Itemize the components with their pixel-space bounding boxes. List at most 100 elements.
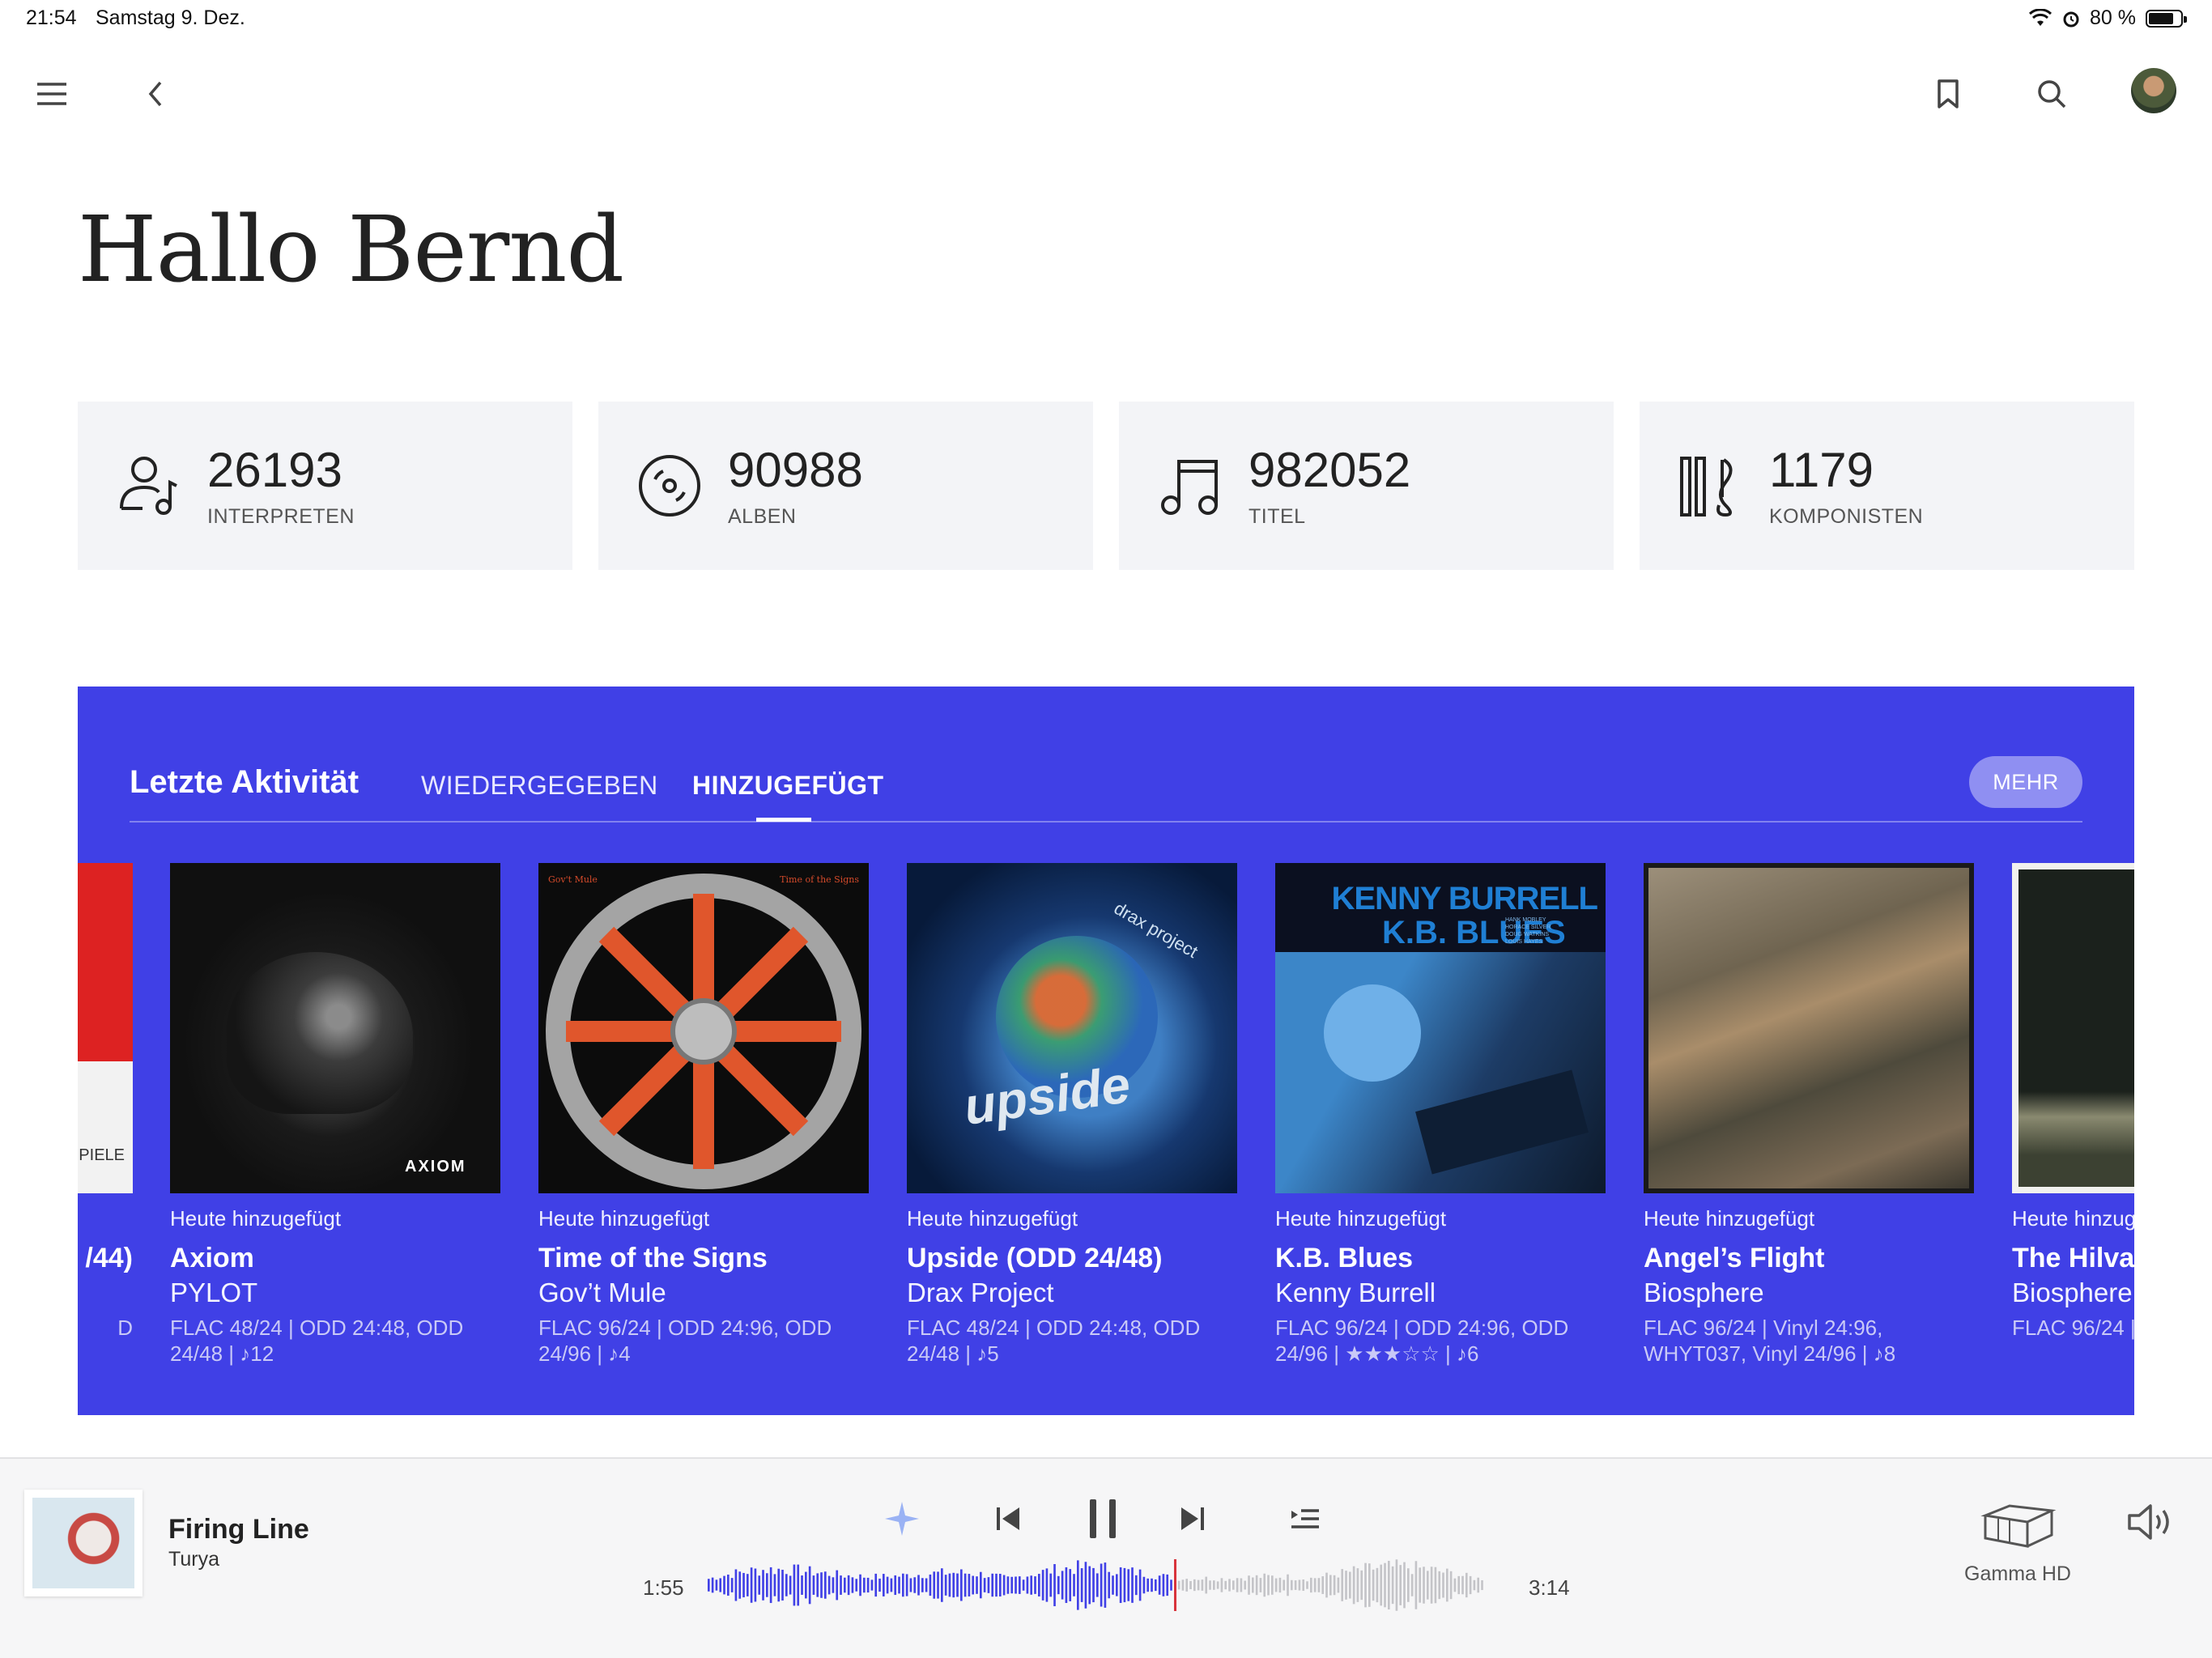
elapsed-time: 1:55 xyxy=(643,1575,684,1600)
waveform-bar xyxy=(1321,1576,1325,1594)
waveform-bar xyxy=(1477,1577,1480,1593)
album-card[interactable]: Heute hinzugefügt Angel’s Flight Biosphe… xyxy=(1644,863,1974,1367)
waveform-bar xyxy=(1306,1581,1308,1589)
bookmark-icon[interactable] xyxy=(1925,71,1971,117)
waveform-bar xyxy=(1010,1576,1014,1594)
waveform-bar xyxy=(1151,1578,1153,1592)
waveform-bar xyxy=(1345,1571,1347,1600)
waveform-bar xyxy=(723,1575,725,1595)
waveform-bar xyxy=(1049,1573,1053,1597)
tab-added[interactable]: HINZUGEFÜGT xyxy=(692,771,884,801)
waveform-bar xyxy=(874,1573,878,1597)
playhead[interactable] xyxy=(1174,1559,1176,1611)
waveform-bar xyxy=(886,1576,889,1594)
more-button[interactable]: MEHR xyxy=(1969,756,2082,808)
waveform-bar xyxy=(1391,1566,1394,1605)
waveform-bar xyxy=(1177,1580,1180,1590)
search-icon[interactable] xyxy=(2029,71,2074,117)
waveform-bar xyxy=(1294,1580,1297,1590)
waveform-bar xyxy=(1446,1568,1448,1602)
previous-track-icon[interactable] xyxy=(986,1496,1032,1541)
waveform-bar xyxy=(844,1577,846,1593)
album-artist: Biosphere xyxy=(1644,1278,1764,1307)
waveform-bar xyxy=(1142,1576,1146,1594)
output-device-icon[interactable] xyxy=(1963,1501,2073,1557)
waveform-bar xyxy=(1240,1578,1243,1592)
waveform-bar xyxy=(812,1575,815,1595)
waveform-bar xyxy=(1053,1563,1056,1607)
output-device-label[interactable]: Gamma HD xyxy=(1937,1562,2099,1586)
waveform-bar xyxy=(913,1577,917,1593)
waveform-bar xyxy=(820,1572,823,1598)
cover-text: PIELE xyxy=(79,1146,125,1164)
album-card[interactable]: upside drax project Heute hinzugefügt Up… xyxy=(907,863,1237,1367)
album-card[interactable]: KENNY BURRELL K.B. BLUES HANK MOBLEY HOR… xyxy=(1275,863,1606,1367)
waveform-scrubber[interactable] xyxy=(708,1559,1485,1611)
waveform-bar xyxy=(769,1567,772,1604)
waveform-bar xyxy=(1209,1580,1211,1590)
queue-icon[interactable] xyxy=(1283,1496,1328,1541)
waveform-bar xyxy=(902,1573,904,1597)
album-title: K.B. Blues xyxy=(1275,1243,1414,1273)
waveform-bar xyxy=(1041,1570,1044,1601)
waveform-bar xyxy=(1337,1577,1340,1593)
waveform-bar xyxy=(1080,1568,1083,1602)
sparkle-icon[interactable] xyxy=(879,1496,925,1541)
album-card-partial[interactable]: PIELE . /44) . D xyxy=(78,863,133,1341)
waveform-bar xyxy=(793,1564,796,1606)
total-duration: 3:14 xyxy=(1529,1575,1570,1600)
avatar[interactable] xyxy=(2131,68,2176,113)
waveform-bar xyxy=(836,1570,839,1601)
now-playing-cover[interactable] xyxy=(24,1490,143,1596)
waveform-bar xyxy=(909,1578,912,1592)
stat-card-tracks[interactable]: 982052 TITEL xyxy=(1119,402,1614,570)
tab-played[interactable]: WIEDERGEGEBEN xyxy=(421,771,658,801)
menu-icon[interactable] xyxy=(29,71,74,117)
album-card[interactable]: AXIOM Heute hinzugefügt Axiom PYLOT FLAC… xyxy=(170,863,500,1367)
album-artist: Gov’t Mule xyxy=(538,1278,666,1307)
waveform-bar xyxy=(777,1568,781,1602)
waveform-bar xyxy=(1026,1576,1029,1594)
next-track-icon[interactable] xyxy=(1169,1496,1214,1541)
waveform-bar xyxy=(968,1574,971,1596)
waveform-bar xyxy=(727,1574,730,1596)
waveform-bar xyxy=(1380,1564,1383,1606)
volume-icon[interactable] xyxy=(2125,1499,2176,1545)
waveform-bar xyxy=(832,1577,835,1593)
wifi-icon xyxy=(2028,8,2052,26)
waveform-bar xyxy=(1127,1569,1130,1601)
now-playing-artist[interactable]: Turya xyxy=(168,1548,219,1571)
waveform-bar xyxy=(1310,1577,1312,1593)
waveform-bar xyxy=(1317,1578,1321,1592)
waveform-bar xyxy=(1116,1574,1118,1596)
added-label: Heute hinzugefügt xyxy=(538,1206,710,1231)
stat-card-artists[interactable]: 26193 INTERPRETEN xyxy=(78,402,572,570)
pause-button[interactable] xyxy=(1077,1491,1129,1546)
waveform-bar xyxy=(1244,1580,1247,1590)
waveform-bar xyxy=(1453,1578,1457,1592)
album-card[interactable]: Heute hinzug The Hilvare Biosphere FLAC … xyxy=(2012,863,2134,1341)
waveform-bar xyxy=(730,1578,734,1592)
waveform-bar xyxy=(1430,1567,1433,1604)
waveform-bar xyxy=(1170,1579,1172,1591)
album-card[interactable]: Gov't Mule Time of the Signs Heute hinzu… xyxy=(538,863,869,1367)
waveform-bar xyxy=(1427,1571,1429,1600)
waveform-bar xyxy=(976,1576,978,1594)
waveform-bar xyxy=(1108,1571,1111,1599)
album-title: Time of the Signs xyxy=(538,1243,768,1273)
waveform-bar xyxy=(866,1577,870,1593)
now-playing-title[interactable]: Firing Line xyxy=(168,1514,309,1545)
waveform-bar xyxy=(762,1570,764,1601)
cover-text: upside xyxy=(959,1054,1134,1137)
waveform-bar xyxy=(1092,1567,1095,1603)
back-icon[interactable] xyxy=(133,71,178,117)
stat-label: ALBEN xyxy=(728,505,797,528)
waveform-bar xyxy=(789,1575,792,1595)
stat-number: 982052 xyxy=(1249,443,1411,497)
stat-card-composers[interactable]: 1179 KOMPONISTEN xyxy=(1640,402,2134,570)
status-time: 21:54 xyxy=(26,6,77,29)
stat-card-albums[interactable]: 90988 ALBEN xyxy=(598,402,1093,570)
waveform-bar xyxy=(1193,1579,1196,1592)
waveform-bar xyxy=(851,1577,854,1593)
waveform-bar xyxy=(1395,1559,1398,1611)
